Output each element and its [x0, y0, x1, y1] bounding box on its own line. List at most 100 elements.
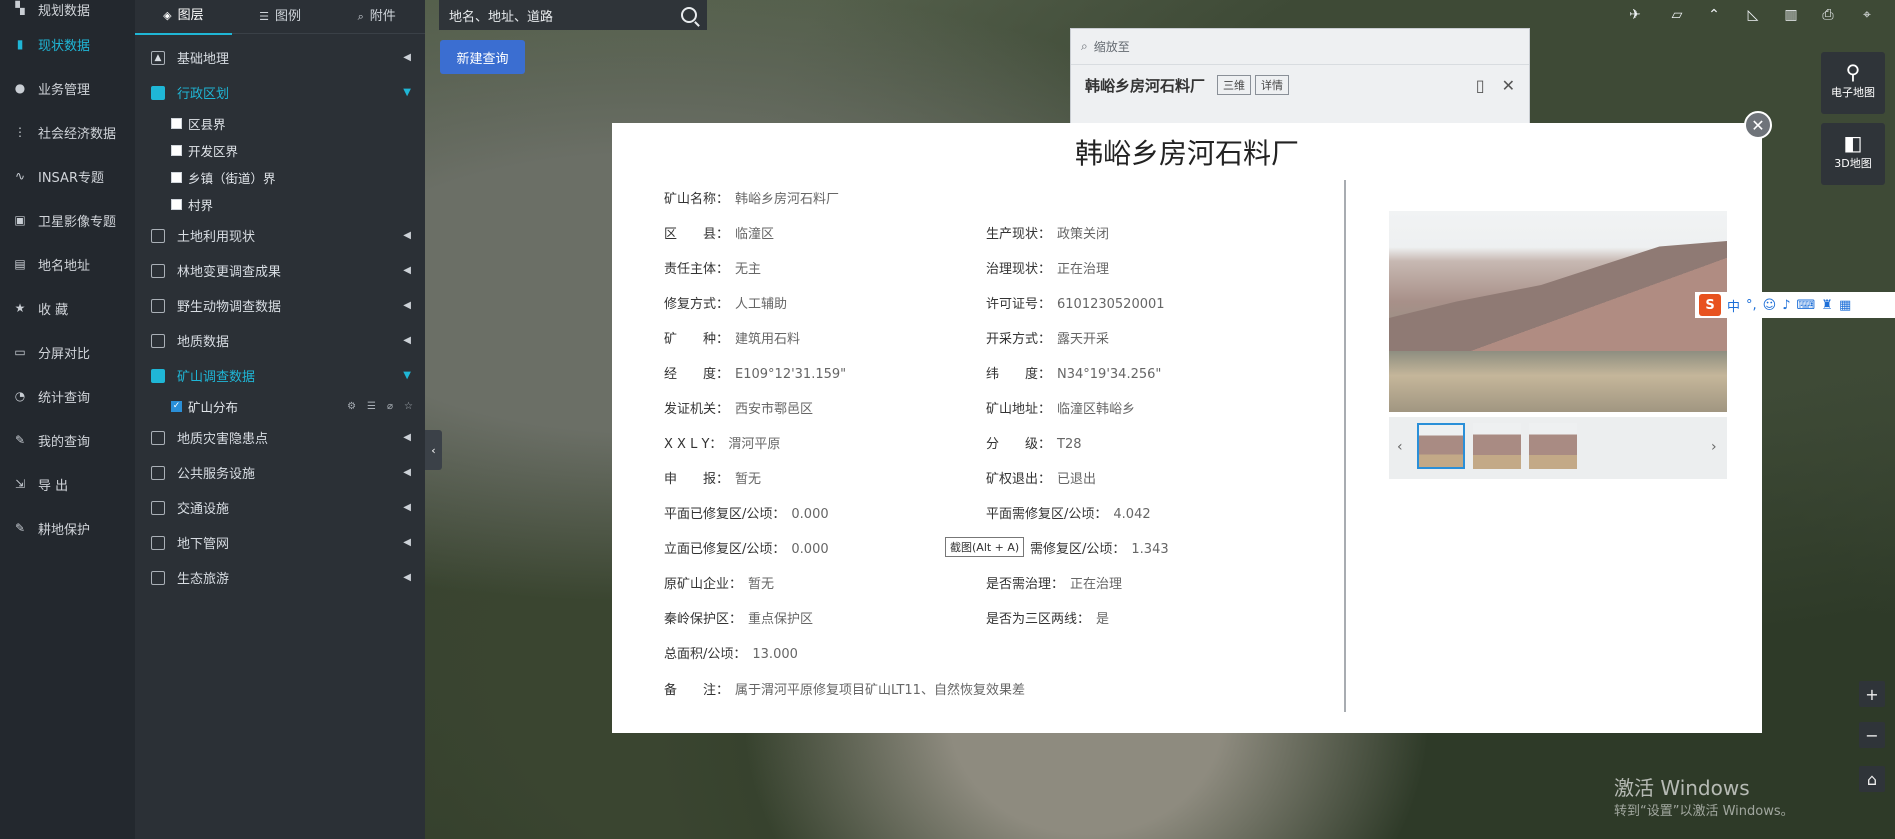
layer-group[interactable]: 生态旅游 ◀: [135, 560, 425, 595]
zoom-out-button[interactable]: −: [1859, 722, 1885, 748]
layer-checkbox[interactable]: [171, 172, 182, 183]
mine-photo[interactable]: [1389, 211, 1727, 412]
field-value: 1.343: [1131, 542, 1169, 557]
detail-button[interactable]: 详情: [1255, 75, 1290, 95]
search-box[interactable]: 地名、地址、道路: [439, 0, 707, 30]
grid-icon[interactable]: ▦: [1839, 298, 1851, 313]
home-button[interactable]: ⌂: [1859, 766, 1885, 792]
print-icon[interactable]: ⎙: [1815, 4, 1841, 26]
nav-item[interactable]: ✎ 我的查询: [0, 418, 135, 462]
next-photo-icon[interactable]: ›: [1711, 439, 1717, 455]
caret-left-icon[interactable]: ◀: [403, 537, 411, 548]
nav-item[interactable]: ▤ 地名地址: [0, 242, 135, 286]
nav-item[interactable]: ▣ 卫星影像专题: [0, 198, 135, 242]
ime-toolbar[interactable]: S 中 °, ☺ ♪ ⌨ ♜ ▦: [1695, 292, 1895, 318]
photo-thumbnail[interactable]: [1473, 423, 1521, 469]
panel-tab[interactable]: ☰ 图例: [232, 0, 329, 34]
field-row: 生产现状： 政策关闭: [986, 223, 1109, 242]
bar-chart-icon: ▮: [16, 37, 24, 51]
new-query-button[interactable]: 新建查询: [440, 40, 525, 74]
minimize-icon[interactable]: ▯: [1476, 76, 1485, 95]
photo-thumbnail[interactable]: [1417, 423, 1465, 469]
nav-item[interactable]: ● 业务管理: [0, 66, 135, 110]
emoji-icon[interactable]: ☺: [1763, 298, 1777, 313]
3d-view-button[interactable]: 三维: [1217, 75, 1252, 95]
caret-left-icon[interactable]: ◀: [403, 467, 411, 478]
close-icon[interactable]: ✕: [1502, 76, 1515, 95]
layer-group[interactable]: 公共服务设施 ◀: [135, 455, 425, 490]
nav-item[interactable]: ▮ 现状数据: [0, 22, 135, 66]
caret-left-icon[interactable]: ◀: [403, 230, 411, 241]
panel-tab[interactable]: ⌕ 附件: [328, 0, 425, 34]
layer-item[interactable]: ✓ 矿山分布 ⚙ ☰ ⌀ ☆: [135, 393, 425, 420]
layer-checkbox[interactable]: [171, 118, 182, 129]
attach-icon[interactable]: ⌀: [387, 401, 393, 412]
prev-photo-icon[interactable]: ‹: [1397, 439, 1403, 455]
keyboard-icon[interactable]: ⌨: [1797, 298, 1816, 313]
caret-left-icon[interactable]: ◀: [403, 572, 411, 583]
layer-group[interactable]: 地质灾害隐患点 ◀: [135, 420, 425, 455]
ime-mode-label[interactable]: 中: [1727, 296, 1740, 315]
caret-down-icon[interactable]: ▼: [403, 370, 411, 381]
photo-thumbnail[interactable]: [1529, 423, 1577, 469]
layer-item[interactable]: 开发区界: [135, 137, 425, 164]
caret-left-icon[interactable]: ◀: [403, 300, 411, 311]
nav-item[interactable]: ✎ 耕地保护: [0, 506, 135, 550]
nav-item[interactable]: ▚ 规划数据: [0, 0, 135, 22]
favorite-icon[interactable]: ☆: [404, 401, 413, 412]
layer-item[interactable]: 区县界: [135, 110, 425, 137]
layer-checkbox[interactable]: [171, 145, 182, 156]
layer-group-icon: [151, 333, 165, 348]
layer-checkbox[interactable]: ✓: [171, 401, 182, 412]
panel-tab[interactable]: ◈ 图层: [135, 0, 232, 35]
caret-left-icon[interactable]: ◀: [403, 52, 411, 63]
layer-group[interactable]: 野生动物调查数据 ◀: [135, 288, 425, 323]
measure-angle-icon[interactable]: ⌃: [1701, 4, 1727, 26]
search-icon[interactable]: [681, 7, 697, 23]
layer-item[interactable]: 村界: [135, 191, 425, 218]
layer-item[interactable]: 乡镇（街道）界: [135, 164, 425, 191]
layer-group[interactable]: ▲ 基础地理 ◀: [135, 40, 425, 75]
e-map-button[interactable]: ⚲ 电子地图: [1821, 52, 1885, 114]
measure-area-icon[interactable]: ◺: [1740, 4, 1766, 26]
caret-left-icon[interactable]: ◀: [403, 502, 411, 513]
satellite-image-icon: ▣: [14, 213, 26, 227]
nav-item[interactable]: ⇲ 导 出: [0, 462, 135, 506]
skin-icon[interactable]: ♜: [1821, 298, 1833, 313]
list-icon[interactable]: ☰: [367, 401, 376, 412]
layer-checkbox[interactable]: [171, 199, 182, 210]
search-input[interactable]: 地名、地址、道路: [449, 6, 553, 25]
layer-group[interactable]: 矿山调查数据 ▼: [135, 358, 425, 393]
mic-icon[interactable]: ♪: [1782, 298, 1790, 313]
layer-group[interactable]: ▮ 行政区划 ▼: [135, 75, 425, 110]
layer-group[interactable]: 地下管网 ◀: [135, 525, 425, 560]
locate-icon[interactable]: ⌖: [1854, 4, 1880, 26]
layer-group[interactable]: 土地利用现状 ◀: [135, 218, 425, 253]
satellite-tool-icon[interactable]: ✈: [1622, 4, 1648, 26]
nav-item[interactable]: ▭ 分屏对比: [0, 330, 135, 374]
layer-group[interactable]: 地质数据 ◀: [135, 323, 425, 358]
close-modal-button[interactable]: ✕: [1744, 111, 1772, 139]
layer-item-label: 开发区界: [188, 144, 239, 159]
caret-down-icon[interactable]: ▼: [403, 87, 411, 98]
zoom-in-button[interactable]: +: [1859, 681, 1885, 707]
nav-item[interactable]: ∿ INSAR专题: [0, 154, 135, 198]
field-value: 正在治理: [1070, 577, 1123, 592]
layer-group[interactable]: 林地变更调查成果 ◀: [135, 253, 425, 288]
sogou-ime-icon[interactable]: S: [1699, 294, 1721, 316]
caret-left-icon[interactable]: ◀: [403, 335, 411, 346]
3d-map-button[interactable]: ◧ 3D地图: [1821, 123, 1885, 185]
settings-icon[interactable]: ⚙: [347, 401, 356, 412]
layer-group[interactable]: 交通设施 ◀: [135, 490, 425, 525]
clear-icon[interactable]: ▥: [1778, 4, 1804, 26]
feature-title-row: 韩峪乡房河石料厂 三维 详情 ▯ ✕: [1085, 75, 1515, 95]
nav-item[interactable]: ★ 收 藏: [0, 286, 135, 330]
nav-item[interactable]: ◔ 统计查询: [0, 374, 135, 418]
punctuation-icon[interactable]: °,: [1746, 298, 1757, 313]
zoom-to-bar[interactable]: ⌕ 缩放至: [1071, 29, 1529, 65]
nav-item[interactable]: ⋮ 社会经济数据: [0, 110, 135, 154]
caret-left-icon[interactable]: ◀: [403, 432, 411, 443]
collapse-panel-button[interactable]: ‹: [425, 430, 442, 470]
measure-ruler-icon[interactable]: ▱: [1664, 4, 1690, 26]
caret-left-icon[interactable]: ◀: [403, 265, 411, 276]
